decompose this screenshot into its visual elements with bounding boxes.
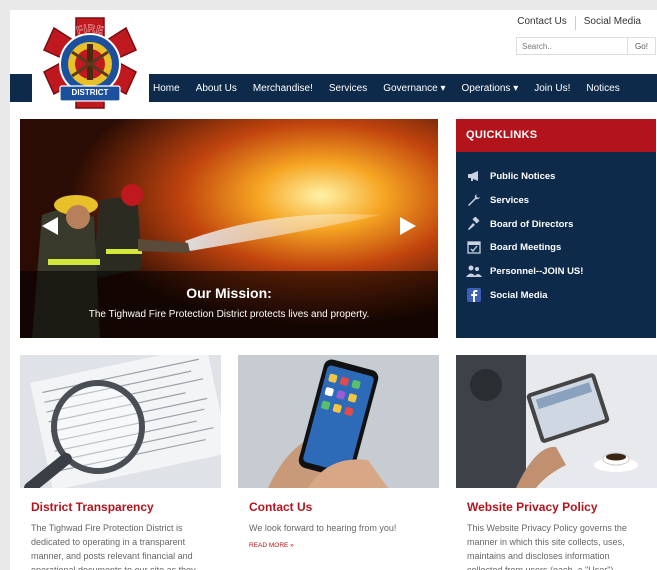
quicklink-label: Public Notices: [490, 170, 556, 182]
search-form: Go!: [516, 37, 656, 55]
page: Contact Us Social Media Go! Home About U…: [10, 10, 657, 570]
smartphone-photo: [238, 355, 439, 488]
card-title[interactable]: Contact Us: [249, 500, 439, 514]
nav-governance[interactable]: Governance ▾: [383, 83, 445, 94]
top-links: Contact Us Social Media: [509, 16, 649, 30]
quicklinks-panel: QUICKLINKS Public Notices Services Board…: [456, 119, 656, 338]
quicklink-social-media[interactable]: Social Media: [466, 288, 548, 302]
logo-bottom-text: DISTRICT: [72, 88, 109, 97]
quicklink-label: Social Media: [490, 289, 548, 301]
nav-merchandise[interactable]: Merchandise!: [253, 83, 313, 94]
hero-title: Our Mission:: [186, 285, 272, 301]
quicklinks-title: QUICKLINKS: [456, 119, 656, 152]
calendar-check-icon: [466, 240, 482, 254]
magnifier-documents-photo: [20, 355, 221, 488]
card-title[interactable]: District Transparency: [31, 500, 221, 514]
nav-operations[interactable]: Operations ▾: [462, 83, 519, 94]
card-district-transparency: District Transparency The Tighwad Fire P…: [20, 355, 221, 570]
quicklink-label: Board of Directors: [490, 218, 574, 230]
nav-about-us[interactable]: About Us: [196, 83, 237, 94]
card-text: We look forward to hearing from you!: [249, 523, 397, 533]
card-text: The Tighwad Fire Protection District is …: [31, 523, 196, 570]
nav-services[interactable]: Services: [329, 83, 367, 94]
search-button[interactable]: Go!: [628, 37, 656, 55]
district-logo[interactable]: FIRE DISTRICT: [32, 10, 149, 118]
contact-us-link[interactable]: Contact Us: [509, 16, 574, 30]
quicklink-label: Personnel--JOIN US!: [490, 265, 584, 277]
gavel-icon: [466, 217, 482, 231]
facebook-icon: [466, 288, 482, 302]
card-contact-us: Contact Us We look forward to hearing fr…: [238, 355, 439, 570]
read-more-link[interactable]: READ MORE »: [249, 542, 439, 549]
quicklink-label: Board Meetings: [490, 241, 562, 253]
slider-prev-arrow[interactable]: [42, 217, 58, 235]
hero-subtitle: The Tighwad Fire Protection District pro…: [88, 309, 370, 320]
tablet-user-photo: [456, 355, 657, 488]
users-icon: [466, 264, 482, 278]
quicklink-board-of-directors[interactable]: Board of Directors: [466, 217, 573, 231]
slider-next-arrow[interactable]: [400, 217, 416, 235]
nav-menu: Home About Us Merchandise! Services Gove…: [153, 74, 636, 102]
quicklink-services[interactable]: Services: [466, 193, 529, 207]
wrench-icon: [466, 193, 482, 207]
hero-caption: Our Mission: The Tighwad Fire Protection…: [20, 271, 438, 338]
quicklink-public-notices[interactable]: Public Notices: [466, 169, 555, 183]
quicklink-board-meetings[interactable]: Board Meetings: [466, 240, 561, 254]
megaphone-icon: [466, 169, 482, 183]
nav-home[interactable]: Home: [153, 83, 180, 94]
card-website-privacy-policy: Website Privacy Policy This Website Priv…: [456, 355, 657, 570]
search-input[interactable]: [516, 37, 628, 55]
nav-join-us[interactable]: Join Us!: [534, 83, 570, 94]
card-title[interactable]: Website Privacy Policy: [467, 500, 657, 514]
nav-notices[interactable]: Notices: [586, 83, 619, 94]
hero-slider: Our Mission: The Tighwad Fire Protection…: [20, 119, 438, 338]
card-text: This Website Privacy Policy governs the …: [467, 523, 627, 570]
social-media-link[interactable]: Social Media: [576, 16, 649, 30]
fire-district-emblem-icon: FIRE DISTRICT: [43, 17, 137, 109]
quicklink-label: Services: [490, 194, 530, 206]
quicklink-personnel[interactable]: Personnel--JOIN US!: [466, 264, 583, 278]
